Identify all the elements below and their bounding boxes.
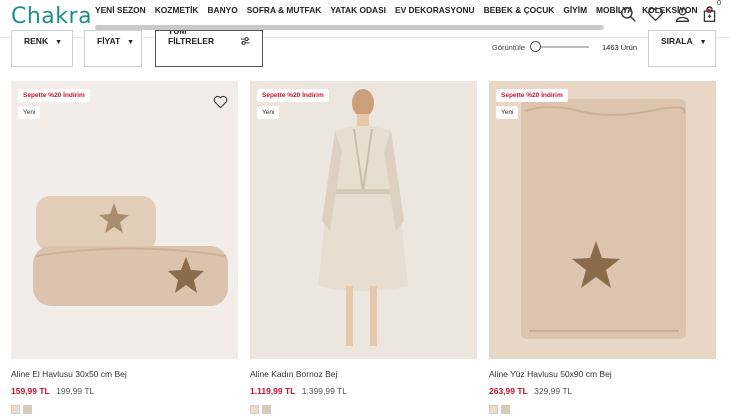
price-old: 329,99 TL [534, 386, 573, 396]
chakra-logo[interactable]: Chakra [11, 4, 92, 29]
bathrobe-image [250, 81, 477, 359]
product-card: Sepette %20 İndirim Yeni Aline Yüz Havlu… [489, 81, 716, 414]
product-prices: 159,99 TL 199,99 TL [11, 386, 238, 396]
nav-item-kozmetik[interactable]: KOZMETİK [155, 5, 199, 15]
cart-count: 0 [717, 0, 721, 7]
grid-size-slider-knob[interactable] [530, 41, 541, 52]
color-swatch[interactable] [11, 405, 20, 414]
nav-item-bebek-cocuk[interactable]: BEBEK & ÇOCUK [484, 5, 555, 15]
add-to-favorites-heart-icon[interactable] [213, 95, 228, 109]
nav-item-giyim[interactable]: GİYİM [563, 5, 587, 15]
new-badge: Yeni [496, 106, 519, 119]
price-current: 1.119,99 TL [250, 386, 296, 396]
nav-item-banyo[interactable]: BANYO [207, 5, 237, 15]
all-filters-label: TÜM FİLTRELER [168, 30, 215, 46]
color-swatch[interactable] [250, 405, 259, 414]
color-swatches [11, 405, 238, 414]
chevron-down-icon: ▼ [699, 39, 707, 46]
price-old: 1.399,99 TL [301, 386, 347, 396]
view-label: Görüntüle [492, 43, 525, 52]
sort-button[interactable]: SIRALA ▼ [648, 30, 716, 67]
heart-icon[interactable] [647, 6, 664, 23]
search-icon[interactable] [620, 6, 637, 23]
nav-item-sofra-mutfak[interactable]: SOFRA & MUTFAK [247, 5, 322, 15]
discount-badge: Sepette %20 İndirim [257, 89, 329, 102]
user-icon[interactable] [674, 6, 691, 23]
product-name[interactable]: Aline Kadın Bornoz Bej [250, 369, 477, 379]
color-swatches [489, 405, 716, 414]
price-current: 159,99 TL [11, 386, 50, 396]
hand-towel-image [11, 81, 238, 359]
color-swatch[interactable] [501, 405, 510, 414]
color-swatch[interactable] [23, 405, 32, 414]
all-filters-button[interactable]: TÜM FİLTRELER [155, 30, 263, 67]
chevron-down-icon: ▼ [55, 39, 63, 46]
cart-icon [703, 6, 716, 22]
color-swatch[interactable] [262, 405, 271, 414]
face-towel-image [489, 81, 716, 359]
product-name[interactable]: Aline Yüz Havlusu 50x90 cm Bej [489, 369, 716, 379]
sliders-icon [240, 37, 250, 45]
cart-button[interactable]: 0 [701, 0, 721, 23]
color-swatches [250, 405, 477, 414]
nav-item-ev-dekorasyonu[interactable]: EV DEKORASYONU [395, 5, 475, 15]
color-swatch[interactable] [489, 405, 498, 414]
grid-size-slider[interactable] [530, 41, 589, 52]
price-old: 199,99 TL [56, 386, 95, 396]
price-current: 263,99 TL [489, 386, 528, 396]
product-card: Sepette %20 İndirim Yeni Aline El Havlus… [11, 81, 238, 414]
product-prices: 1.119,99 TL 1.399,99 TL [250, 386, 477, 396]
product-image[interactable]: Sepette %20 İndirim Yeni [250, 81, 477, 359]
chevron-down-icon: ▼ [127, 39, 135, 46]
discount-badge: Sepette %20 İndirim [496, 89, 568, 102]
filter-color-label: RENK [24, 36, 49, 46]
new-badge: Yeni [257, 106, 280, 119]
product-card: Sepette %20 İndirim Yeni Aline Kadın Bor… [250, 81, 477, 414]
sort-label: SIRALA [661, 36, 693, 46]
product-count: 1463 Ürün [602, 43, 638, 52]
filter-price-label: FİYAT [97, 36, 121, 46]
discount-badge: Sepette %20 İndirim [18, 89, 90, 102]
product-name[interactable]: Aline El Havlusu 30x50 cm Bej [11, 369, 238, 379]
filter-color-button[interactable]: RENK ▼ [11, 30, 73, 67]
filter-price-button[interactable]: FİYAT ▼ [84, 30, 142, 67]
product-image[interactable]: Sepette %20 İndirim Yeni [11, 81, 238, 359]
header-icons: 0 [620, 0, 721, 23]
nav-item-yatak-odasi[interactable]: YATAK ODASI [330, 5, 386, 15]
nav-item-yeni-sezon[interactable]: YENİ SEZON [95, 5, 146, 15]
product-image[interactable]: Sepette %20 İndirim Yeni [489, 81, 716, 359]
product-prices: 263,99 TL 329,99 TL [489, 386, 716, 396]
new-badge: Yeni [18, 106, 41, 119]
